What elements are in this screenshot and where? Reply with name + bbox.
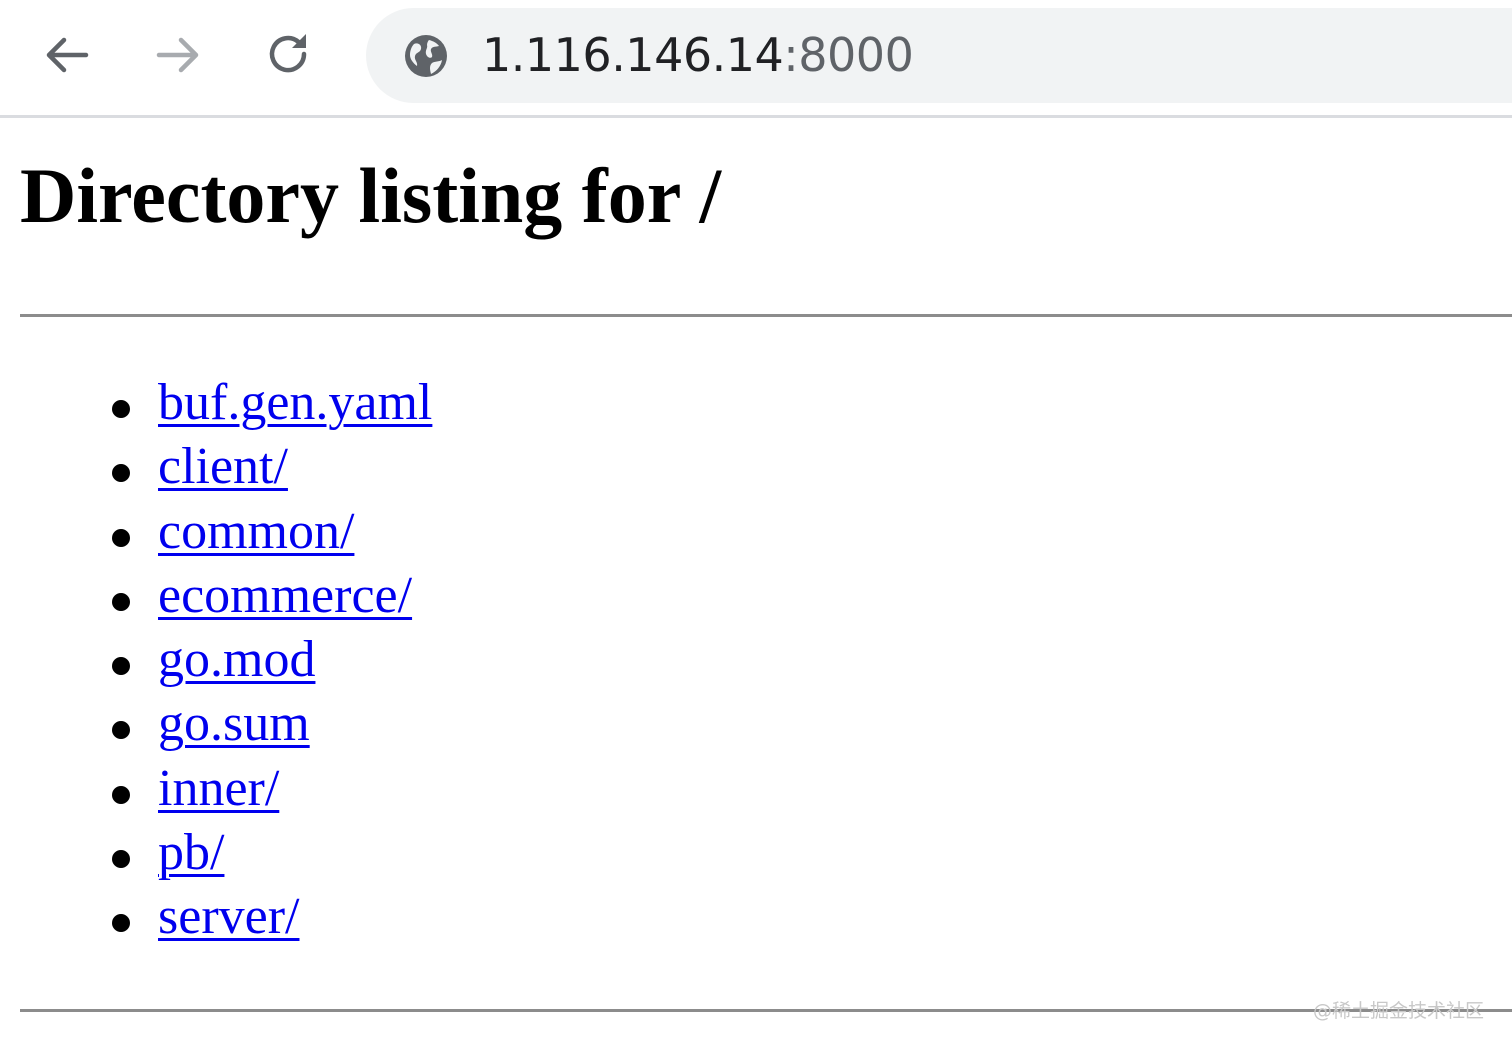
reload-button[interactable] <box>262 28 316 82</box>
file-link[interactable]: server/ <box>158 888 299 945</box>
url-host: 1.116.146.14 <box>482 28 784 82</box>
bullet-icon <box>112 528 130 547</box>
forward-button[interactable] <box>151 28 205 82</box>
bullet-icon <box>112 850 130 869</box>
bullet-icon <box>112 721 130 740</box>
file-link[interactable]: ecommerce/ <box>158 567 412 624</box>
page-title: Directory listing for / <box>20 152 722 239</box>
watermark: @稀土掘金技术社区 <box>1312 1000 1484 1022</box>
arrow-left-icon <box>46 37 89 73</box>
file-link[interactable]: buf.gen.yaml <box>158 374 432 431</box>
arrow-right-icon <box>156 37 199 73</box>
address-bar[interactable]: 1.116.146.14:8000 <box>366 8 1512 103</box>
file-link[interactable]: common/ <box>158 503 354 560</box>
url-port: :8000 <box>783 28 914 82</box>
list-item: ecommerce/ <box>112 564 432 628</box>
globe-icon <box>405 35 447 77</box>
bullet-icon <box>112 785 130 804</box>
file-link[interactable]: pb/ <box>158 824 224 881</box>
bullet-icon <box>112 592 130 611</box>
divider-bottom <box>20 1009 1512 1012</box>
browser-toolbar: 1.116.146.14:8000 <box>0 0 1512 118</box>
reload-icon <box>269 34 307 73</box>
file-link[interactable]: go.mod <box>158 631 315 688</box>
bullet-icon <box>112 657 130 676</box>
list-item: inner/ <box>112 757 432 821</box>
file-link[interactable]: inner/ <box>158 760 279 817</box>
file-link[interactable]: client/ <box>158 438 288 495</box>
list-item: client/ <box>112 435 432 499</box>
list-item: common/ <box>112 500 432 564</box>
list-item: pb/ <box>112 821 432 885</box>
back-button[interactable] <box>40 28 94 82</box>
file-link[interactable]: go.sum <box>158 695 310 752</box>
bullet-icon <box>112 464 130 483</box>
url-text[interactable]: 1.116.146.14:8000 <box>482 8 914 103</box>
list-item: server/ <box>112 885 432 949</box>
list-item: go.sum <box>112 692 432 756</box>
list-item: buf.gen.yaml <box>112 371 432 435</box>
site-info-button[interactable] <box>402 32 450 80</box>
list-item: go.mod <box>112 628 432 692</box>
bullet-icon <box>112 400 130 418</box>
directory-listing: buf.gen.yaml client/common/ecommerce/go.m… <box>20 371 432 950</box>
divider-top <box>20 314 1512 317</box>
bullet-icon <box>112 914 130 933</box>
